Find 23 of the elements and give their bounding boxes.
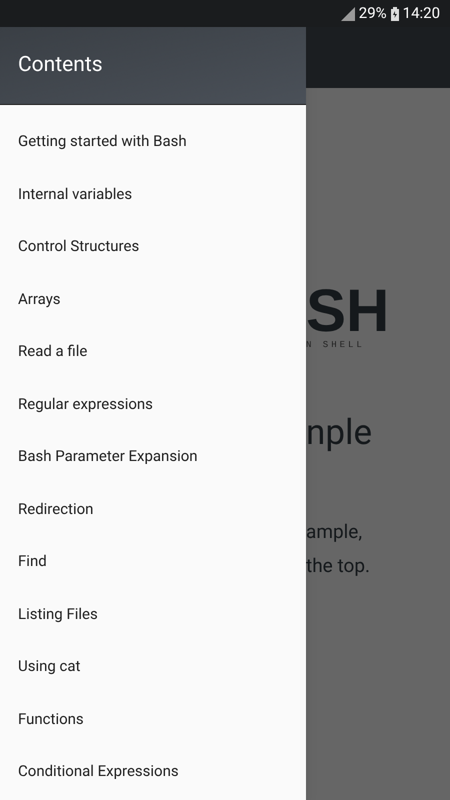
battery-icon [390, 6, 399, 20]
paragraph-line: ample, [306, 518, 364, 544]
paragraph-line: the top. [306, 552, 372, 578]
menu-item[interactable]: Control Structures [0, 220, 306, 272]
menu-item[interactable]: Bash Parameter Expansion [0, 430, 306, 482]
menu-item[interactable]: Read a file [0, 325, 306, 378]
signal-icon [340, 6, 355, 20]
drawer-title: Contents [18, 52, 103, 79]
menu-item[interactable]: Listing Files [0, 588, 306, 640]
logo-subtitle: N SHELL [306, 339, 366, 352]
menu-item[interactable]: Regular expressions [0, 378, 306, 430]
menu-item[interactable]: Getting started with Bash [0, 115, 306, 168]
menu-item[interactable]: Conditional Expressions [0, 745, 306, 798]
menu-item[interactable]: Internal variables [0, 168, 306, 220]
page-heading: nple [306, 412, 374, 452]
clock: 14:20 [402, 3, 440, 24]
menu-item[interactable]: Arrays [0, 272, 306, 325]
menu-item[interactable]: Find [0, 535, 306, 588]
menu-item[interactable]: Using cat [0, 640, 306, 692]
battery-percent: 29% [358, 3, 387, 24]
logo-text: SH [306, 285, 390, 337]
menu-item[interactable]: Functions [0, 692, 306, 745]
menu-item[interactable]: Redirection [0, 482, 306, 535]
